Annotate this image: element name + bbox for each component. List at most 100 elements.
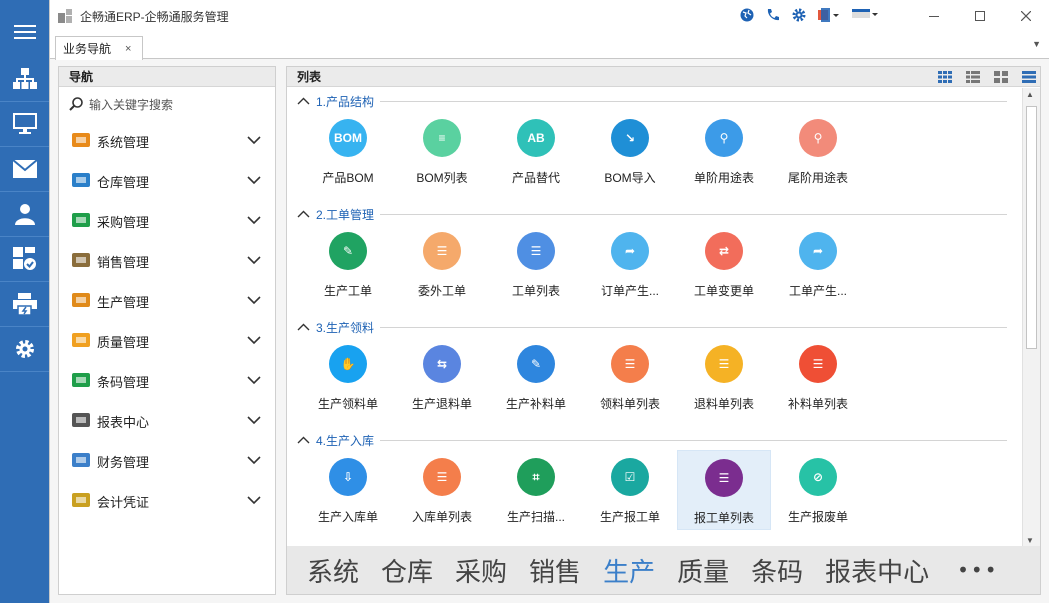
module-tab[interactable]: 仓库 [381, 552, 433, 589]
tile[interactable]: ⚲ 尾阶用途表 [771, 111, 865, 191]
tile[interactable]: ☰ 补料单列表 [771, 337, 865, 417]
chevron-down-icon[interactable] [247, 374, 261, 388]
tile[interactable]: AB 产品替代 [489, 111, 583, 191]
tile[interactable]: ⌗ 生产扫描... [489, 450, 583, 530]
tile[interactable]: ☰ 领料单列表 [583, 337, 677, 417]
chevron-down-icon[interactable] [247, 134, 261, 148]
chevron-down-icon[interactable] [247, 294, 261, 308]
tab-business-navigation[interactable]: 业务导航 × [55, 36, 143, 60]
module-tab[interactable]: 生产 [603, 552, 655, 589]
tile-label: 报工单列表 [693, 511, 754, 525]
tiles-view-icon[interactable] [994, 71, 1008, 86]
tile[interactable]: ☰ 入库单列表 [395, 450, 489, 530]
module-tab[interactable]: 销售 [529, 552, 581, 589]
section-header[interactable]: 1.产品结构 [287, 91, 1007, 111]
chevron-down-icon[interactable] [247, 454, 261, 468]
search-input[interactable]: 输入关键字搜索 [89, 96, 173, 113]
chevron-up-icon[interactable] [297, 97, 310, 105]
phone-icon[interactable] [766, 8, 780, 25]
nav-item-2[interactable]: 仓库管理 [59, 161, 275, 201]
module-tab[interactable]: 报表中心 [825, 552, 929, 589]
module-tab[interactable]: 质量 [677, 552, 729, 589]
chevron-down-icon[interactable] [247, 414, 261, 428]
tile[interactable]: ☰ 报工单列表 [677, 450, 771, 530]
module-tab[interactable]: 系统 [307, 552, 359, 589]
tile-icon: ✎ [517, 345, 555, 383]
tile-label: 工单变更单 [693, 284, 754, 298]
chevron-up-icon[interactable] [297, 323, 310, 331]
nav-search[interactable]: 输入关键字搜索 [59, 87, 275, 121]
nav-item-7[interactable]: 条码管理 [59, 361, 275, 401]
menu-icon[interactable] [0, 7, 49, 57]
tile[interactable]: ⚲ 单阶用途表 [677, 111, 771, 191]
maximize-button[interactable] [957, 0, 1003, 32]
tile[interactable]: ☑ 生产报工单 [583, 450, 677, 530]
section-header[interactable]: 2.工单管理 [287, 204, 1007, 224]
nav-item-5[interactable]: 生产管理 [59, 281, 275, 321]
tile-icon: BOM [329, 119, 367, 157]
window-title: 企畅通ERP-企畅通服务管理 [80, 9, 229, 24]
org-chart-icon[interactable] [0, 57, 49, 102]
nav-item-9[interactable]: 财务管理 [59, 441, 275, 481]
globe-icon[interactable] [740, 8, 754, 25]
language-flag-icon[interactable] [852, 8, 878, 25]
tab-close-icon[interactable]: × [125, 43, 131, 55]
nav-item-4[interactable]: 销售管理 [59, 241, 275, 281]
nav-item-10[interactable]: 会计凭证 [59, 481, 275, 521]
tab-dropdown-icon[interactable]: ▼ [1032, 39, 1041, 49]
large-icons-view-icon[interactable] [938, 71, 952, 86]
chevron-down-icon[interactable] [247, 214, 261, 228]
chevron-down-icon[interactable] [247, 334, 261, 348]
nav-item-label: 质量管理 [97, 334, 150, 350]
tile[interactable]: ⇆ 生产退料单 [395, 337, 489, 417]
section-header[interactable]: 4.生产入库 [287, 430, 1007, 450]
module-tab[interactable]: 采购 [455, 552, 507, 589]
nav-item-6[interactable]: 质量管理 [59, 321, 275, 361]
nav-item-1[interactable]: 系统管理 [59, 121, 275, 161]
chevron-down-icon[interactable] [247, 174, 261, 188]
close-button[interactable] [1003, 0, 1049, 32]
chevron-up-icon[interactable] [297, 210, 310, 218]
monitor-icon[interactable] [0, 102, 49, 147]
details-view-icon[interactable] [1022, 71, 1036, 86]
tile[interactable]: ⇩ 生产入库单 [301, 450, 395, 530]
tile[interactable]: ✎ 生产补料单 [489, 337, 583, 417]
tile[interactable]: ☰ 工单列表 [489, 224, 583, 304]
tile[interactable]: ✋ 生产领料单 [301, 337, 395, 417]
small-icons-view-icon[interactable] [966, 71, 980, 86]
tile[interactable]: ✎ 生产工单 [301, 224, 395, 304]
mail-icon[interactable] [0, 147, 49, 192]
tile[interactable]: ☰ 委外工单 [395, 224, 489, 304]
tile[interactable]: ⊘ 生产报废单 [771, 450, 865, 530]
module-tab[interactable]: 条码 [751, 552, 803, 589]
minimize-button[interactable] [911, 0, 957, 32]
chevron-up-icon[interactable] [297, 436, 310, 444]
section-header[interactable]: 3.生产领料 [287, 317, 1007, 337]
scrollbar-thumb[interactable] [1026, 106, 1037, 349]
scroll-up-icon[interactable]: ▲ [1026, 90, 1034, 99]
chevron-down-icon[interactable] [247, 254, 261, 268]
tile[interactable]: ⇄ 工单变更单 [677, 224, 771, 304]
tile[interactable]: BOM 产品BOM [301, 111, 395, 191]
tile[interactable]: ≡ BOM列表 [395, 111, 489, 191]
warehouse-icon [71, 171, 91, 192]
more-modules-button[interactable]: ••• [957, 558, 998, 582]
nav-item-8[interactable]: 报表中心 [59, 401, 275, 441]
tile[interactable]: ➦ 订单产生... [583, 224, 677, 304]
scroll-down-icon[interactable]: ▼ [1026, 536, 1034, 545]
office-dropdown-icon[interactable] [818, 7, 840, 25]
tile[interactable]: ↘ BOM导入 [583, 111, 677, 191]
tile[interactable]: ➦ 工单产生... [771, 224, 865, 304]
nav-item-3[interactable]: 采购管理 [59, 201, 275, 241]
dashboard-check-icon[interactable] [0, 237, 49, 282]
user-icon[interactable] [0, 192, 49, 237]
section-title: 3.生产领料 [316, 320, 375, 335]
tile-label: 产品替代 [511, 171, 560, 185]
printer-icon[interactable] [0, 282, 49, 327]
settings-icon[interactable] [792, 8, 806, 25]
tile[interactable]: ☰ 退料单列表 [677, 337, 771, 417]
chevron-down-icon[interactable] [247, 494, 261, 508]
gear-icon[interactable] [0, 327, 49, 372]
vertical-scrollbar[interactable]: ▲ ▼ [1022, 88, 1040, 547]
nav-item-label: 会计凭证 [97, 494, 150, 510]
